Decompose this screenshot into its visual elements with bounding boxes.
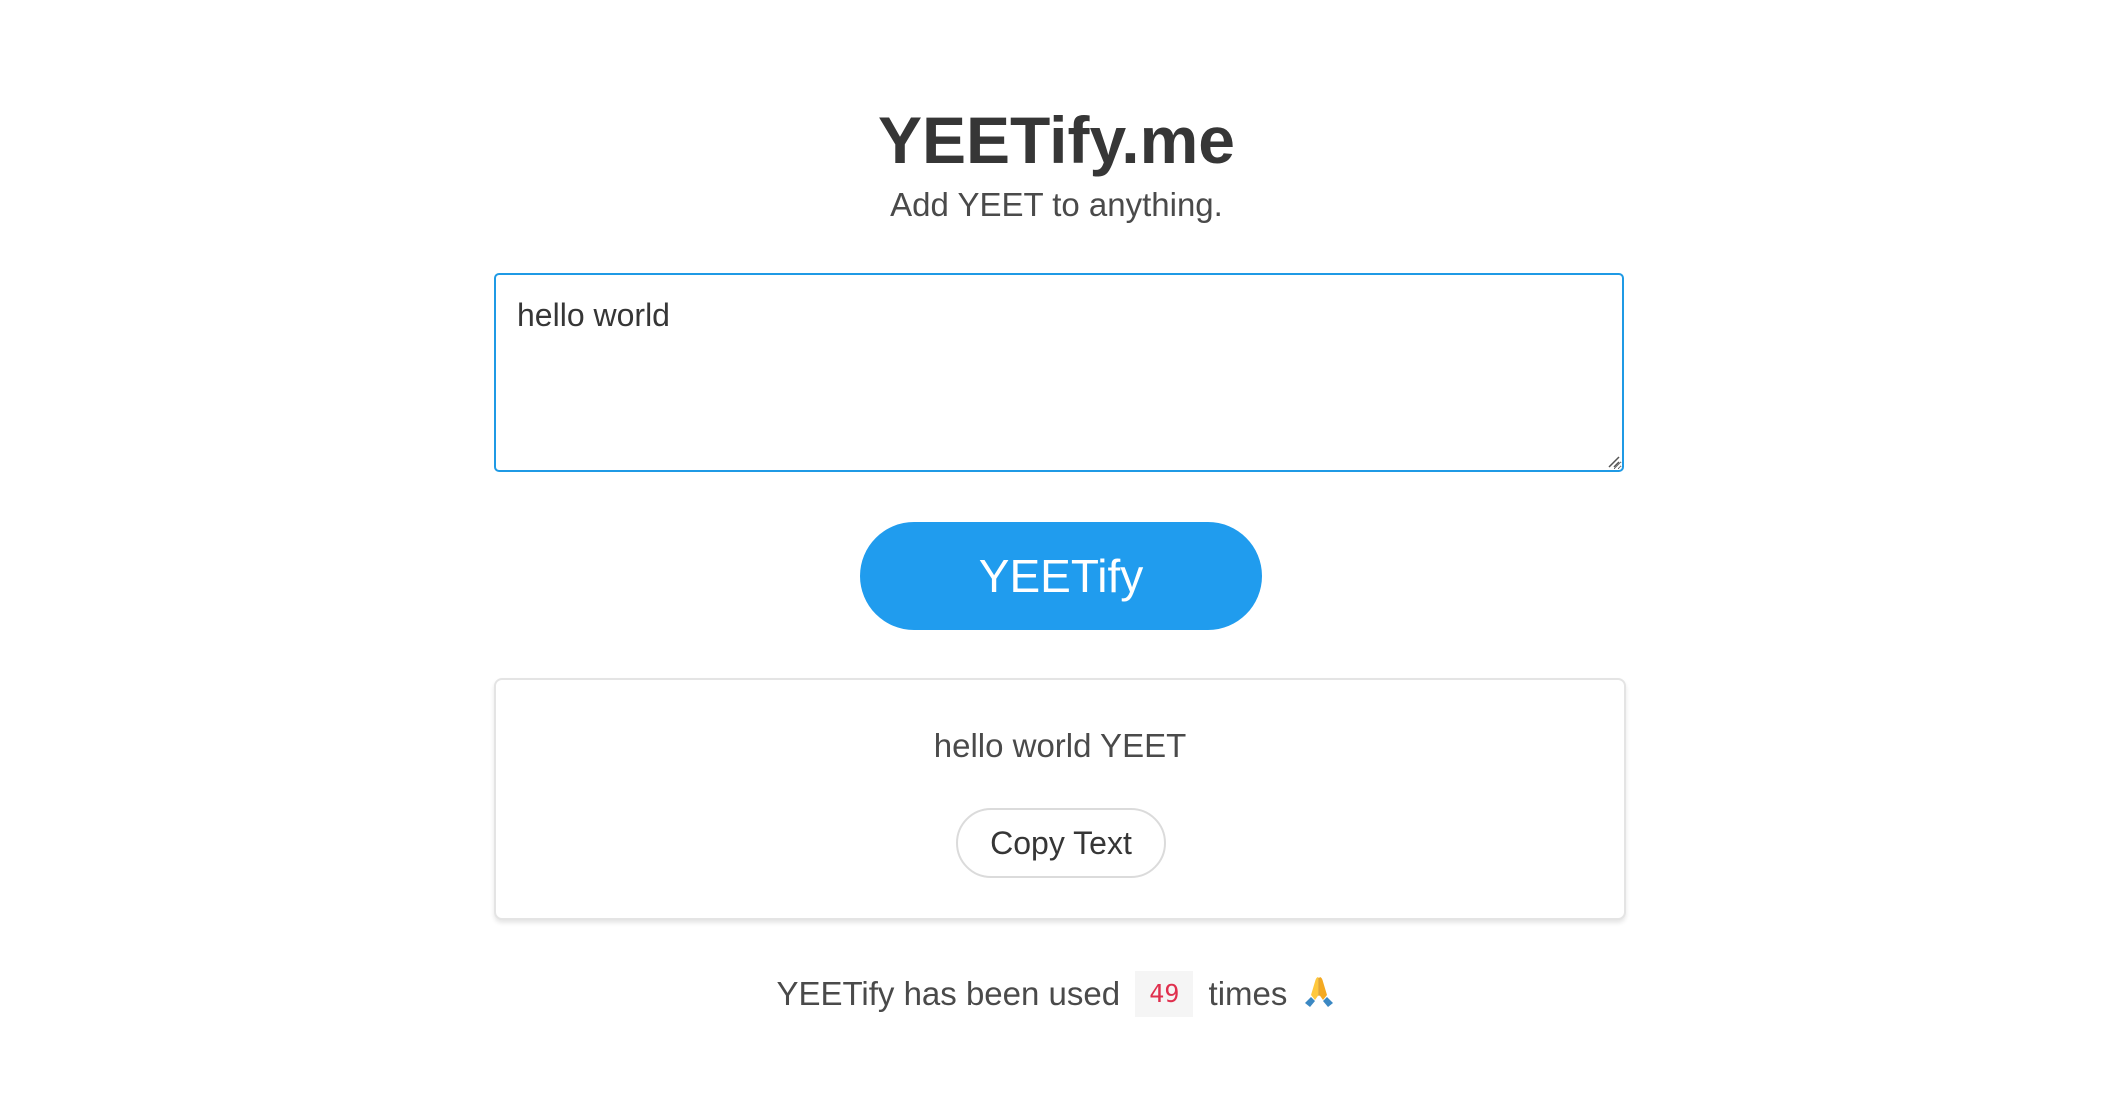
usage-count: 49 [1135, 971, 1194, 1017]
resize-handle-icon[interactable] [1606, 454, 1620, 468]
result-text: hello world YEET [933, 727, 1187, 764]
usage-prefix: YEETify has been used [776, 975, 1121, 1012]
page: YEETify.me Add YEET to anything. hello w… [0, 0, 2113, 1106]
yeetify-button[interactable]: YEETify [860, 522, 1262, 630]
usage-counter: YEETify has been used 49 times [0, 971, 2113, 1017]
copy-text-button[interactable]: Copy Text [956, 808, 1166, 878]
text-input[interactable]: hello world [494, 273, 1624, 472]
usage-suffix: times [1208, 975, 1288, 1012]
result-card: hello world YEET Copy Text [494, 678, 1626, 920]
page-subtitle: Add YEET to anything. [890, 186, 1223, 223]
folded-hands-icon [1304, 977, 1333, 1007]
page-title: YEETify.me [877, 103, 1236, 177]
